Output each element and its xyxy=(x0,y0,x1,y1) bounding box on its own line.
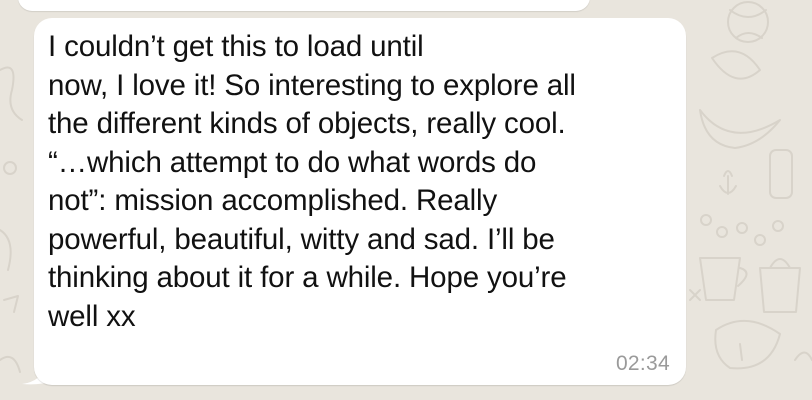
bag-doodle-icon xyxy=(759,258,801,313)
tongue-face-doodle-icon xyxy=(714,319,781,370)
leaf-doodle-icon xyxy=(711,50,761,80)
previous-message-bubble xyxy=(18,0,590,11)
message-bubble[interactable]: I couldn’t get this to load until now, I… xyxy=(34,18,686,385)
message-text: I couldn’t get this to load until now, I… xyxy=(48,30,576,333)
basketball-doodle-icon xyxy=(727,1,769,43)
cup-doodle-icon xyxy=(699,257,748,301)
swirl-doodle-icon xyxy=(0,66,23,121)
message-timestamp: 02:34 xyxy=(615,352,670,375)
bottle-doodle-icon xyxy=(769,149,793,199)
banana-doodle-icon xyxy=(699,109,781,149)
microphone-doodle-icon xyxy=(719,170,737,195)
